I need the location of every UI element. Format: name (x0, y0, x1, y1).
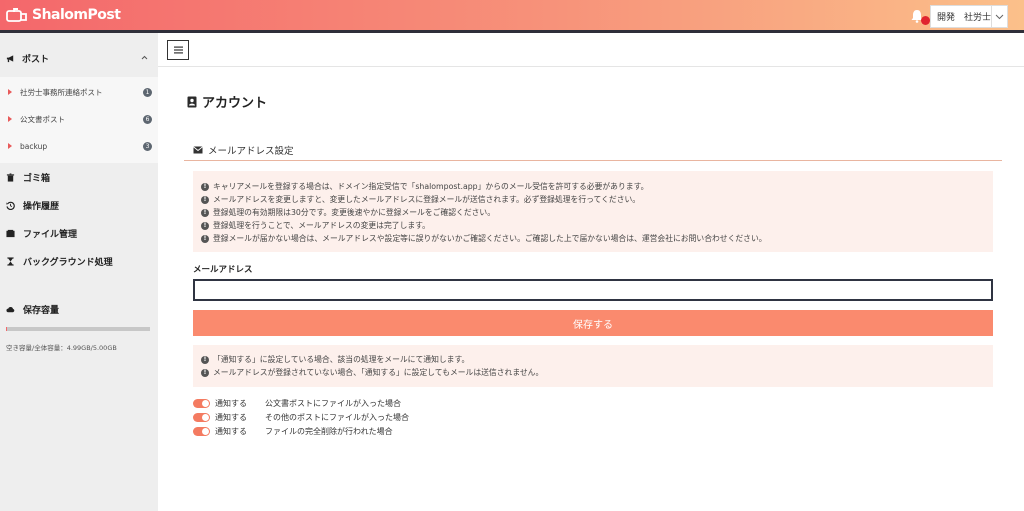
trash-icon (6, 172, 15, 182)
notify-toggle[interactable] (193, 427, 210, 436)
notification-dot (921, 16, 930, 25)
chevron-up-icon[interactable] (141, 53, 148, 62)
notify-notice-box: ! 「通知する」に設定している場合、該当の処理をメールにて通知します。 ! メールア… (193, 345, 993, 387)
post-count-badge: 3 (143, 141, 152, 151)
notify-row-official: 通知する 公文書ポストにファイルが入った場合 (193, 398, 401, 409)
notice-line: ! 「通知する」に設定している場合、該当の処理をメールにて通知します。 (201, 354, 469, 365)
post-count-badge: 6 (143, 114, 152, 124)
storage-progress-fill (6, 327, 7, 331)
info-icon: ! (201, 182, 209, 191)
post-list: 社労士事務所連絡ポスト 1 公文書ポスト 6 backup 3 (0, 77, 158, 163)
sidebar-post-header[interactable]: ポスト (0, 41, 158, 75)
post-item-label: backup (20, 141, 48, 151)
section-title-text: メールアドレス設定 (208, 146, 294, 157)
sidebar-item-label: バックグラウンド処理 (23, 257, 113, 268)
hamburger-icon (173, 46, 183, 54)
info-icon: ! (201, 208, 209, 217)
caret-right-icon (8, 116, 12, 122)
notice-text: メールアドレスが登録されていない場合、「通知する」に設定してもメールは送信されま… (213, 368, 544, 377)
email-field-label: メールアドレス (193, 265, 253, 275)
hourglass-icon (7, 256, 14, 266)
sidebar: ポスト 社労士事務所連絡ポスト 1 公文書ポスト 6 backup 3 ゴミ箱 (0, 33, 158, 511)
notify-state: 通知する (215, 399, 247, 408)
storage-text: 空き容量/全体容量：4.99GB/5.00GB (6, 344, 117, 352)
cloud-icon (6, 307, 15, 313)
toolbar-divider (158, 66, 1024, 67)
email-notice-box: ! キャリアメールを登録する場合は、ドメイン指定受信で「shalompost.ap… (193, 171, 993, 252)
notice-line: ! キャリアメールを登録する場合は、ドメイン指定受信で「shalompost.ap… (201, 181, 648, 192)
notice-text: メールアドレスを変更しますと、変更したメールアドレスに登録メールが送信されます。… (213, 195, 641, 204)
mailbox-logo-icon (6, 8, 27, 22)
notice-text: 登録処理の有効期限は30分です。変更後速やかに登録メールをご確認ください。 (213, 208, 496, 217)
notify-row-delete: 通知する ファイルの完全削除が行われた場合 (193, 426, 393, 437)
post-item-label: 公文書ポスト (20, 114, 65, 124)
megaphone-icon (6, 54, 14, 62)
post-item[interactable]: backup 3 (0, 136, 158, 156)
chevron-down-icon[interactable] (991, 6, 1007, 27)
page-title: アカウント (187, 92, 267, 111)
notice-line: ! 登録処理を行うことで、メールアドレスの変更は完了します。 (201, 220, 430, 231)
envelope-icon (193, 146, 203, 154)
notify-description: ファイルの完全削除が行われた場合 (265, 427, 393, 436)
notify-description: 公文書ポストにファイルが入った場合 (265, 399, 401, 408)
sidebar-item-history[interactable]: 操作履歴 (0, 192, 158, 218)
notice-text: 登録メールが届かない場合は、メールアドレスや設定等に誤りがないかご確認ください。… (213, 234, 767, 243)
notify-toggle[interactable] (193, 413, 210, 422)
notice-text: キャリアメールを登録する場合は、ドメイン指定受信で「shalompost.app… (213, 182, 649, 191)
logo-text: ShalomPost (32, 7, 121, 23)
info-icon: ! (201, 368, 209, 377)
storage-section: 保存容量 (6, 303, 59, 316)
info-icon: ! (201, 234, 209, 243)
post-item[interactable]: 社労士事務所連絡ポスト 1 (0, 82, 158, 102)
page-title-text: アカウント (202, 96, 268, 111)
notify-state: 通知する (215, 427, 247, 436)
caret-right-icon (8, 89, 12, 95)
notify-description: その他のポストにファイルが入った場合 (265, 413, 409, 422)
sidebar-item-background[interactable]: バックグラウンド処理 (0, 248, 158, 274)
info-icon: ! (201, 195, 209, 204)
post-item[interactable]: 公文書ポスト 6 (0, 109, 158, 129)
notify-toggle[interactable] (193, 399, 210, 408)
sidebar-item-label: 操作履歴 (23, 201, 60, 212)
sidebar-item-label: ゴミ箱 (23, 173, 51, 184)
user-menu[interactable]: 開発 社労士 (930, 5, 1008, 28)
sidebar-item-label: ファイル管理 (23, 229, 78, 240)
section-title: メールアドレス設定 (193, 143, 294, 157)
caret-right-icon (8, 143, 12, 149)
user-name: 開発 社労士 (937, 13, 992, 23)
storage-title: 保存容量 (23, 306, 60, 316)
notify-state: 通知する (215, 413, 247, 422)
save-button[interactable]: 保存する (193, 310, 993, 336)
post-item-label: 社労士事務所連絡ポスト (20, 87, 103, 97)
sidebar-item-files[interactable]: ファイル管理 (0, 220, 158, 246)
logo[interactable]: ShalomPost (6, 6, 121, 24)
hamburger-menu-button[interactable] (167, 40, 189, 60)
notice-line: ! 登録処理の有効期限は30分です。変更後速やかに登録メールをご確認ください。 (201, 207, 495, 218)
post-count-badge: 1 (143, 87, 152, 97)
notice-text: 登録処理を行うことで、メールアドレスの変更は完了します。 (213, 221, 430, 230)
history-icon (6, 201, 15, 210)
id-card-icon (187, 96, 197, 107)
notify-row-other: 通知する その他のポストにファイルが入った場合 (193, 412, 409, 423)
storage-progress-bar (6, 327, 150, 331)
section-divider (184, 160, 1002, 161)
info-icon: ! (201, 221, 209, 230)
notice-text: 「通知する」に設定している場合、該当の処理をメールにて通知します。 (213, 355, 470, 364)
sidebar-item-trash[interactable]: ゴミ箱 (0, 164, 158, 190)
app-header: ShalomPost 開発 社労士 (0, 0, 1024, 33)
email-field[interactable] (193, 279, 993, 301)
sidebar-post-label: ポスト (22, 54, 50, 65)
info-icon: ! (201, 355, 209, 364)
notice-line: ! メールアドレスが登録されていない場合、「通知する」に設定してもメールは送信され… (201, 367, 543, 378)
notice-line: ! 登録メールが届かない場合は、メールアドレスや設定等に誤りがないかご確認ください… (201, 233, 767, 244)
notice-line: ! メールアドレスを変更しますと、変更したメールアドレスに登録メールが送信されます… (201, 194, 640, 205)
folder-icon (6, 229, 15, 237)
